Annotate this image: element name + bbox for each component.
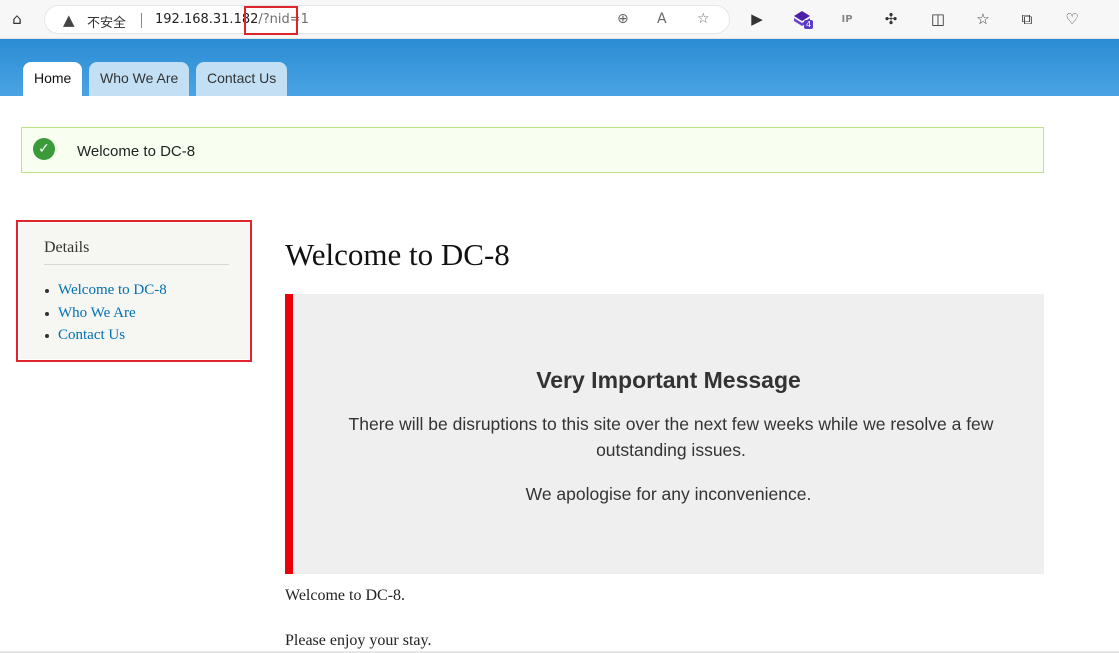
- check-icon: ✓: [33, 138, 55, 160]
- read-aloud-icon[interactable]: A: [657, 11, 667, 27]
- tab-who-we-are[interactable]: Who We Are: [89, 62, 190, 96]
- browser-toolbar: ⌂ ▲ 不安全 192.168.31.182/?nid=1 ⊕ A ☆ ▶ 4 …: [0, 0, 1119, 39]
- sidebar-item-who-we-are[interactable]: Who We Are: [44, 302, 167, 325]
- status-message: ✓ Welcome to DC-8: [21, 127, 1044, 173]
- important-message-box: Very Important Message There will be dis…: [285, 294, 1044, 574]
- security-label[interactable]: 不安全: [87, 12, 126, 31]
- tab-contact-us[interactable]: Contact Us: [196, 62, 288, 96]
- play-icon[interactable]: ▶: [746, 8, 768, 30]
- ip-lookup-icon[interactable]: IP: [836, 8, 858, 30]
- enjoy-paragraph: Please enjoy your stay.: [285, 632, 432, 649]
- notice-heading: Very Important Message: [536, 367, 801, 393]
- sidebar-item-welcome[interactable]: Welcome to DC-8: [44, 279, 167, 302]
- notice-body: There will be disruptions to this site o…: [348, 414, 994, 460]
- url-host: 192.168.31.182: [155, 12, 259, 27]
- favorite-star-icon[interactable]: ☆: [697, 11, 710, 27]
- sidebar-details: Details Welcome to DC-8 Who We Are Conta…: [19, 223, 249, 359]
- sidebar-divider: [44, 264, 229, 265]
- home-icon[interactable]: ⌂: [6, 8, 28, 30]
- sidebar-item-contact-us[interactable]: Contact Us: [44, 324, 167, 347]
- sidebar-title: Details: [44, 239, 90, 256]
- status-text: Welcome to DC-8: [77, 143, 196, 160]
- warning-icon[interactable]: ▲: [63, 11, 75, 29]
- sidebar-menu: Welcome to DC-8 Who We Are Contact Us: [44, 279, 167, 347]
- zoom-icon[interactable]: ⊕: [617, 11, 629, 27]
- tab-home[interactable]: Home: [23, 62, 83, 96]
- notice-apology: We apologise for any inconvenience.: [525, 484, 812, 504]
- extension-icon[interactable]: 4: [791, 8, 814, 30]
- welcome-paragraph: Welcome to DC-8.: [285, 587, 406, 604]
- collections-icon[interactable]: ⧉: [1016, 8, 1038, 30]
- url-highlight-box: [244, 6, 298, 35]
- extension-badge: 4: [804, 20, 814, 29]
- performance-icon[interactable]: ♡: [1061, 8, 1083, 30]
- site-header: Home Who We Are Contact Us: [0, 39, 1119, 96]
- split-screen-icon[interactable]: ◫: [927, 8, 949, 30]
- puzzle-icon[interactable]: ✣: [880, 8, 902, 30]
- page-title: Welcome to DC-8: [285, 237, 510, 272]
- address-bar[interactable]: ▲ 不安全 192.168.31.182/?nid=1 ⊕ A ☆: [44, 5, 730, 34]
- address-separator: [141, 13, 142, 28]
- favorites-icon[interactable]: ☆: [972, 8, 994, 30]
